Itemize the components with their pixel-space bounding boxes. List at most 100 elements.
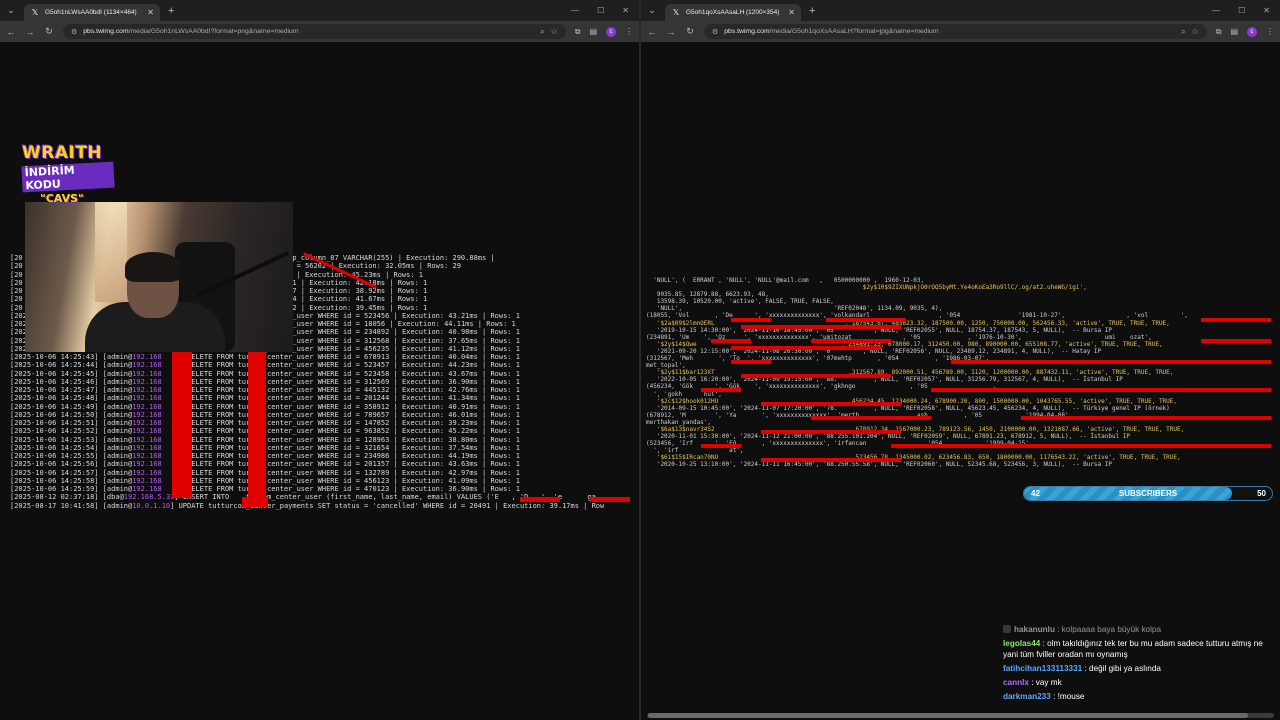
browser-toolbar: ← → ↻ ⚙ pbs.twimg.com/media/G5oh1nLWsAA0… [0, 21, 639, 42]
chat-separator: : [1050, 691, 1058, 701]
terminal-line: [2025-10-06 14:25:45] [admin@192.168 DEL… [10, 369, 520, 378]
chat-separator: : [1054, 625, 1062, 634]
star-icon[interactable]: ☆ [1192, 27, 1199, 37]
sponsor-brand: WRAITH [22, 143, 103, 163]
reload-icon[interactable]: ↻ [685, 26, 695, 37]
query-line: '$6a$13$navr34S2 ,678912.34, 1567000.23,… [646, 425, 1185, 433]
terminal-line: [2025-10-06 14:25:51] [admin@192.168 DEL… [10, 419, 520, 427]
terminal-line: [2025-10-06 14:25:46] [admin@192.168 DEL… [10, 377, 520, 386]
webcam-person-hair [125, 252, 181, 282]
sponsor-promo: İNDİRİM KODU [21, 161, 115, 193]
plus-icon[interactable]: + [168, 5, 174, 17]
back-arrow-icon[interactable]: ← [6, 27, 16, 37]
sidebar-icon[interactable]: ▤ [589, 27, 597, 36]
query-line: '2020-10-25 13:10:00', '2024-11-11 16:45… [646, 461, 1112, 469]
redaction-bar [951, 360, 1271, 364]
sql-insert-text: 'NULL', ( ERRANT , 'NULL', 'NULL'@mail.c… [646, 277, 1276, 469]
kebab-menu-icon[interactable]: ⋮ [1266, 27, 1274, 36]
close-window-icon[interactable]: ✕ [1263, 6, 1270, 15]
terminal-line: [2025-10-06 14:25:57] [admin@192.168 DEL… [10, 468, 520, 477]
chat-username[interactable]: hakanunlu [1014, 625, 1055, 634]
redaction-bar [891, 444, 1271, 448]
terminal-line: [2025-10-06 14:25:55] [admin@192.168 DEL… [10, 452, 520, 460]
maximize-icon[interactable]: ☐ [1238, 6, 1245, 15]
forward-arrow-icon[interactable]: → [25, 27, 35, 37]
minimize-icon[interactable]: — [571, 6, 579, 15]
back-arrow-icon[interactable]: ← [647, 27, 657, 37]
tab-active[interactable]: 𝕏 G5oh1qoXsAAsaLH (1200×354) ✕ [665, 4, 801, 21]
redaction-bar [761, 402, 901, 406]
redaction-bar [741, 374, 891, 378]
chat-username[interactable]: fatihcihan133113331 [1003, 664, 1082, 673]
zoom-icon[interactable]: ⌕ [1181, 27, 1185, 37]
chat-username[interactable]: cannlx [1003, 678, 1029, 687]
query-line: '$2c$12$hook012HU ,456234.45, 1234000.24… [646, 397, 1178, 405]
profile-icon[interactable]: c [1247, 26, 1257, 37]
star-icon[interactable]: ☆ [551, 27, 558, 37]
redaction-bar [701, 444, 741, 448]
query-line: 9035.85, 12879.88, 6623.93, 48, [646, 291, 769, 299]
page-viewport: [20 m_center_user ADD COLUMN temp_column… [0, 42, 639, 720]
query-line: '2020-11-01 15:30:00', '2024-11-12 21:00… [646, 433, 1131, 441]
reload-icon[interactable]: ↻ [44, 26, 54, 37]
puzzle-icon[interactable]: ⧉ [1216, 27, 1222, 37]
close-icon[interactable]: ✕ [788, 8, 795, 17]
scrollbar-thumb[interactable] [648, 713, 1248, 718]
site-info-icon[interactable]: ⚙ [71, 28, 77, 36]
address-bar[interactable]: ⚙ pbs.twimg.com/media/G5oh1qoXsAAsaLH?fo… [704, 24, 1207, 39]
browser-toolbar: ← → ↻ ⚙ pbs.twimg.com/media/G5oh1qoXsAAs… [641, 21, 1280, 42]
redaction-bar [826, 318, 906, 322]
redaction-bar [811, 339, 891, 343]
minimize-icon[interactable]: — [1212, 6, 1220, 15]
window-controls: — ☐ ✕ [1212, 6, 1280, 15]
profile-icon[interactable]: c [606, 26, 616, 37]
redaction-bar [1201, 339, 1271, 343]
redaction-bar [931, 388, 1271, 392]
chat-text: vay mk [1035, 677, 1062, 687]
chat-username[interactable]: legolas44 [1003, 639, 1040, 648]
toolbar-icons: ⧉ ▤ c ⋮ [575, 26, 633, 37]
terminal-line: [2025-08-17 10:41:58] [admin@10.0.1.10] … [10, 501, 605, 510]
tab-title: G5oh1nLWsAA0bdI (1134×464) [45, 9, 137, 16]
zoom-icon[interactable]: ⌕ [540, 27, 544, 37]
plus-icon[interactable]: + [809, 5, 815, 17]
close-window-icon[interactable]: ✕ [622, 6, 629, 15]
redaction-bar [811, 416, 931, 420]
terminal-line: [2025-10-06 14:25:47] [admin@192.168 DEL… [10, 386, 520, 394]
address-bar[interactable]: ⚙ pbs.twimg.com/media/G5oh1nLWsAA0bdI?fo… [63, 24, 566, 39]
chat-message: darkman233 : !mouse [1003, 692, 1278, 703]
kebab-menu-icon[interactable]: ⋮ [625, 27, 633, 36]
close-icon[interactable]: ✕ [147, 8, 154, 17]
subscriber-goal: 50 [1257, 489, 1266, 498]
query-line: '2014-09-15 10:45:00', '2024-11-07 17:20… [646, 404, 1170, 412]
redaction-bar [731, 318, 771, 322]
toolbar-icons: ⧉ ▤ c ⋮ [1216, 26, 1274, 37]
webcam-background [95, 202, 127, 302]
query-line: '$6i$15$IRcan70NU ,523456.78, 1345000.02… [646, 454, 1181, 462]
horizontal-scrollbar[interactable] [647, 713, 1274, 718]
site-info-icon[interactable]: ⚙ [712, 28, 718, 36]
redaction-bar [731, 346, 881, 350]
redaction-bar [520, 497, 560, 502]
redaction-bar [1201, 318, 1271, 322]
chat-username[interactable]: darkman233 [1003, 692, 1051, 701]
redaction-bar [741, 325, 901, 329]
chevron-down-icon[interactable]: ⌄ [645, 4, 659, 18]
chevron-down-icon[interactable]: ⌄ [4, 4, 18, 18]
puzzle-icon[interactable]: ⧉ [575, 27, 581, 37]
page-viewport: 'NULL', ( ERRANT , 'NULL', 'NULL'@mail.c… [641, 42, 1280, 720]
terminal-line: [2025-10-06 14:25:54] [admin@192.168 DEL… [10, 443, 520, 452]
chat-separator: : [1082, 663, 1090, 673]
tab-active[interactable]: 𝕏 G5oh1nLWsAA0bdI (1134×464) ✕ [24, 4, 160, 21]
sponsor-logo: WRAITH İNDİRİM KODU "CAVS" [21, 143, 115, 205]
redaction-bar [242, 497, 268, 507]
sidebar-icon[interactable]: ▤ [1230, 27, 1238, 36]
chat-message: hakanunlu : kolpaaaa baya büyük kolpa [1003, 625, 1278, 636]
maximize-icon[interactable]: ☐ [597, 6, 604, 15]
x-logo-icon: 𝕏 [31, 7, 39, 17]
chat-message: cannlx : vay mk [1003, 678, 1278, 689]
redaction-bar [761, 430, 901, 434]
terminal-line: [2025-10-06 14:25:59] [admin@192.168 DEL… [10, 485, 520, 493]
redaction-bar [711, 339, 751, 343]
forward-arrow-icon[interactable]: → [666, 27, 676, 37]
